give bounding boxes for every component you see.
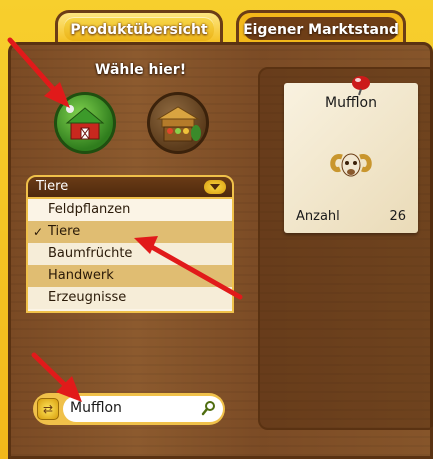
dropdown-option-tiere[interactable]: ✓ Tiere — [28, 221, 232, 243]
tab-product-overview[interactable]: Produktübersicht — [55, 10, 223, 44]
pin-icon — [352, 76, 370, 96]
dropdown-option-label: Tiere — [48, 224, 81, 239]
tab-own-market-stall[interactable]: Eigener Marktstand — [236, 10, 406, 44]
dropdown-option-label: Baumfrüchte — [48, 246, 133, 261]
category-dropdown-list: Feldpflanzen ✓ Tiere Baumfrüchte Handwer… — [26, 199, 234, 313]
dropdown-option-erzeugnisse[interactable]: Erzeugnisse — [28, 287, 232, 309]
choose-hint: Wähle hier! — [95, 62, 187, 78]
dropdown-option-label: Erzeugnisse — [48, 290, 127, 305]
farm-category-button[interactable] — [54, 92, 116, 154]
farm-icon — [65, 105, 105, 140]
quantity-value: 26 — [389, 209, 406, 224]
product-card[interactable]: Mufflon Anzahl 26 — [284, 83, 418, 233]
market-stall-icon — [156, 106, 201, 142]
dropdown-option-feldpflanzen[interactable]: Feldpflanzen — [28, 199, 232, 221]
dropdown-option-label: Feldpflanzen — [48, 202, 131, 217]
dropdown-option-label: Handwerk — [48, 268, 114, 283]
quantity-label: Anzahl — [296, 209, 340, 224]
product-name: Mufflon — [325, 95, 377, 111]
dropdown-option-handwerk[interactable]: Handwerk — [28, 265, 232, 287]
search-input-value: Mufflon — [70, 400, 122, 416]
category-dropdown[interactable]: Tiere — [26, 175, 234, 199]
dropdown-option-baumfruechte[interactable]: Baumfrüchte — [28, 243, 232, 265]
mufflon-icon — [330, 153, 372, 177]
market-category-button[interactable] — [147, 92, 209, 154]
tab-own-market-stall-label: Eigener Marktstand — [243, 22, 399, 38]
search-input[interactable]: Mufflon — [63, 396, 223, 422]
search-bar: ⇄ Mufflon — [33, 393, 225, 425]
search-icon[interactable] — [201, 400, 217, 416]
tab-product-overview-label: Produktübersicht — [70, 22, 208, 38]
swap-icon[interactable]: ⇄ — [37, 398, 59, 420]
chevron-down-icon[interactable] — [204, 180, 226, 194]
category-dropdown-value: Tiere — [36, 179, 69, 194]
checkmark-icon: ✓ — [33, 225, 44, 239]
